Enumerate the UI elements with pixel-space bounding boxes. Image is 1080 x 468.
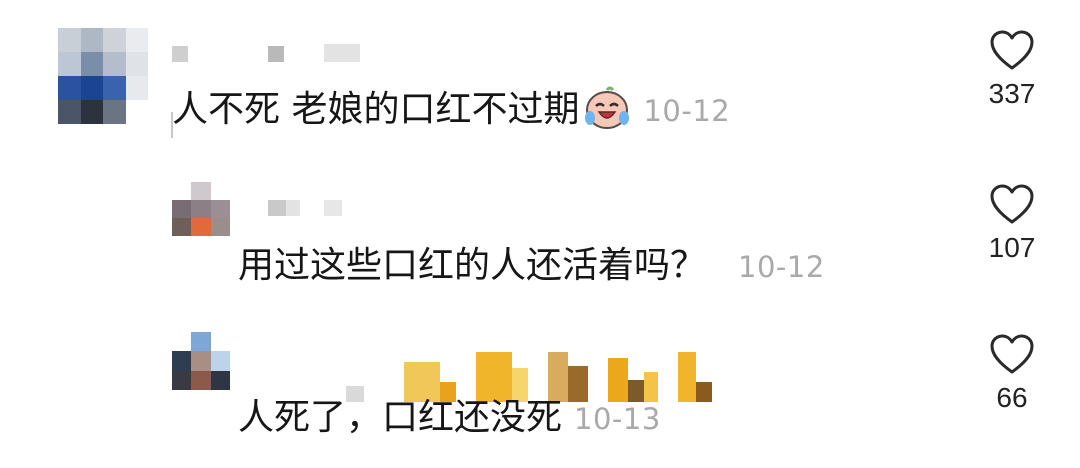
heart-outline-icon bbox=[990, 184, 1034, 224]
comment-text: 用过这些口红的人还活着吗？ 10-12 bbox=[238, 244, 825, 289]
avatar[interactable] bbox=[172, 332, 230, 390]
like-button[interactable]: 337 bbox=[972, 28, 1052, 110]
avatar[interactable] bbox=[58, 28, 148, 124]
username-redacted[interactable] bbox=[172, 44, 360, 62]
heart-outline-icon bbox=[990, 334, 1034, 374]
laughing-crying-face-emoji bbox=[583, 86, 631, 141]
heart-outline-icon bbox=[990, 30, 1034, 70]
comment-text: 人不死 老娘的口红不过期 10-12 bbox=[172, 86, 730, 141]
username-redacted[interactable] bbox=[346, 352, 712, 402]
username-redacted[interactable] bbox=[268, 200, 342, 216]
comment-body: 人死了，口红还没死 bbox=[238, 397, 563, 438]
like-count: 337 bbox=[988, 78, 1036, 109]
like-count: 66 bbox=[996, 382, 1028, 413]
comment-item[interactable]: 人不死 老娘的口红不过期 10-12 337 bbox=[0, 0, 1080, 150]
comment-body: 用过这些口红的人还活着吗？ bbox=[238, 245, 707, 286]
comment-timestamp: 10-12 bbox=[738, 250, 825, 284]
reply-item[interactable]: 人死了，口红还没死 10-13 66 bbox=[0, 320, 1080, 468]
comment-timestamp: 10-12 bbox=[643, 94, 731, 128]
like-button[interactable]: 66 bbox=[972, 332, 1052, 414]
like-button[interactable]: 107 bbox=[972, 182, 1052, 264]
comment-text: 人死了，口红还没死 10-13 bbox=[238, 396, 661, 441]
like-count: 107 bbox=[988, 232, 1036, 263]
comment-timestamp: 10-13 bbox=[574, 402, 661, 436]
avatar[interactable] bbox=[172, 182, 230, 236]
reply-item[interactable]: 用过这些口红的人还活着吗？ 10-12 107 bbox=[0, 160, 1080, 310]
comment-body: 人不死 老娘的口红不过期 bbox=[172, 89, 580, 130]
